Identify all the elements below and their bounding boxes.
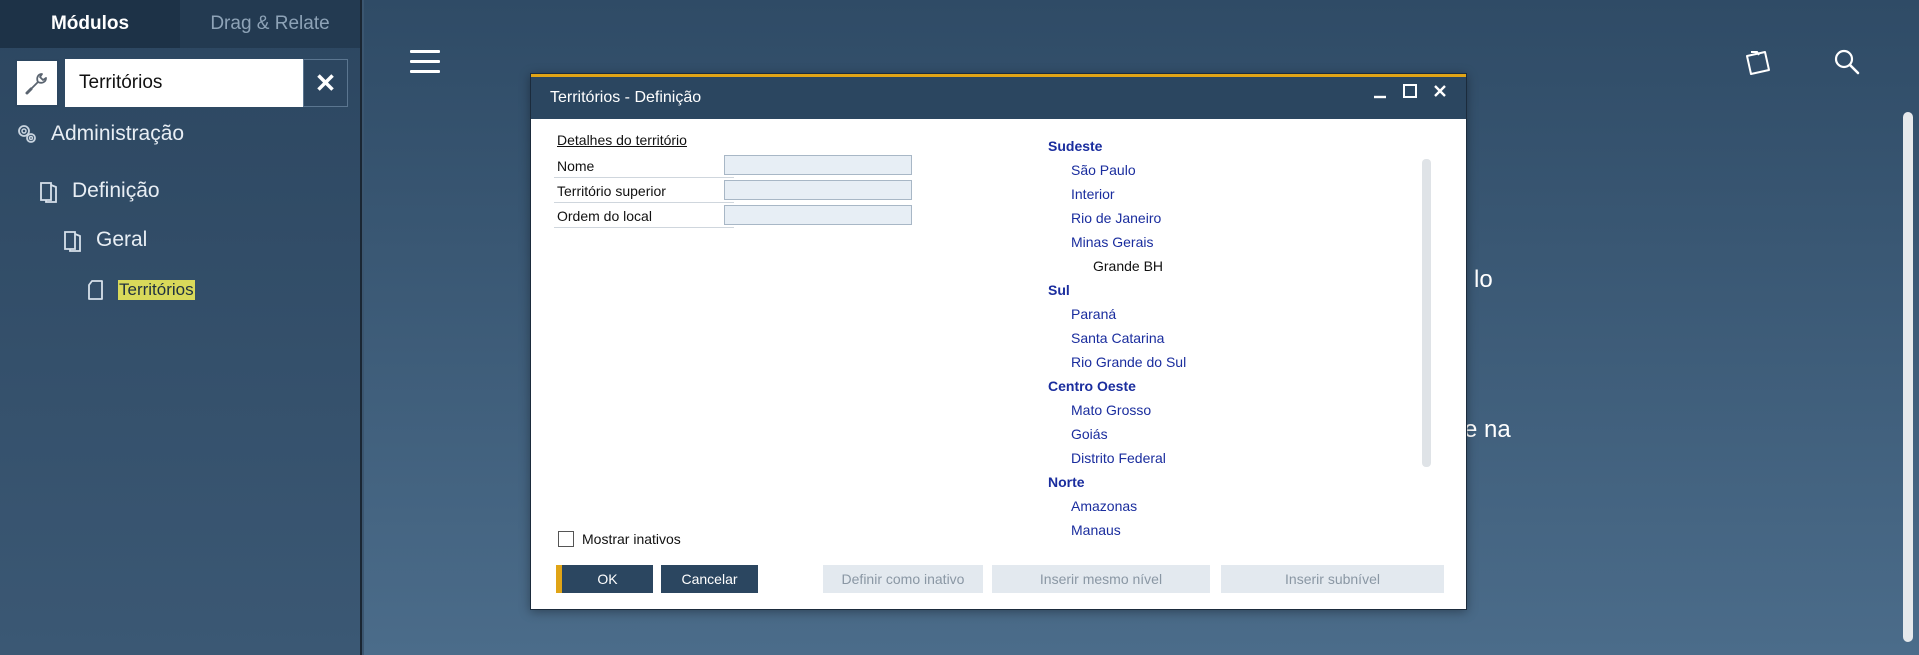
nome-input[interactable] [724, 155, 912, 175]
background-text: e na [1464, 416, 1511, 443]
tree-node[interactable]: Sul [1048, 278, 1186, 302]
tree-node[interactable]: Minas Gerais [1048, 230, 1186, 254]
dialog-title: Territórios - Definição [550, 89, 702, 106]
definir-inativo-button[interactable]: Definir como inativo [823, 565, 983, 593]
scrollbar[interactable] [1422, 159, 1431, 467]
field-label-territorio-superior: Território superior [554, 181, 734, 203]
tree-node[interactable]: Paraná [1048, 302, 1186, 326]
tree-label-geral: Geral [96, 228, 148, 251]
tree-node[interactable]: Sudeste [1048, 134, 1186, 158]
folder-icon [38, 179, 60, 203]
tab-drag-relate[interactable]: Drag & Relate [180, 0, 360, 48]
tree-item-territorios[interactable]: Territórios [86, 278, 195, 302]
tree-node[interactable]: Distrito Federal [1048, 446, 1186, 470]
tree-node[interactable]: Grande BH [1048, 254, 1186, 278]
left-panel: Módulos Drag & Relate ✕ Administração [0, 0, 362, 655]
menu-icon[interactable] [410, 50, 440, 80]
tree-node[interactable]: Amazonas [1048, 494, 1186, 518]
territorios-dialog: Territórios - Definição Detalhes do terr… [530, 73, 1467, 610]
close-icon[interactable] [1432, 83, 1448, 104]
document-icon [86, 278, 106, 302]
minimize-icon[interactable] [1372, 83, 1388, 104]
background-text: lo [1474, 266, 1493, 293]
ok-button[interactable]: OK [556, 565, 653, 593]
folders-icon[interactable] [1743, 48, 1773, 81]
tree-node[interactable]: Norte [1048, 470, 1186, 494]
top-icons [1743, 48, 1861, 81]
mostrar-inativos-label: Mostrar inativos [582, 531, 681, 547]
tree-item-definicao[interactable]: Definição [38, 179, 160, 203]
search-icon[interactable] [1833, 48, 1861, 81]
tree-node[interactable]: Santa Catarina [1048, 326, 1186, 350]
tree-node[interactable]: Rio Grande do Sul [1048, 350, 1186, 374]
tree-node[interactable]: Mato Grosso [1048, 398, 1186, 422]
tree-node[interactable]: São Paulo [1048, 158, 1186, 182]
tree-node[interactable]: Interior [1048, 182, 1186, 206]
tree-label-territorios: Territórios [118, 280, 195, 300]
close-icon[interactable]: ✕ [303, 59, 348, 107]
inserir-subnivel-button[interactable]: Inserir subnível [1221, 565, 1444, 593]
tree-item-administracao[interactable]: Administração [15, 122, 184, 146]
tree-label-administracao: Administração [51, 122, 185, 145]
search-input[interactable] [65, 59, 303, 107]
details-heading: Detalhes do território [557, 132, 687, 148]
tab-modulos[interactable]: Módulos [0, 0, 180, 48]
checkbox-box[interactable] [558, 531, 574, 547]
tree-item-geral[interactable]: Geral [62, 228, 147, 252]
territorio-superior-input[interactable] [724, 180, 912, 200]
wrench-icon[interactable] [15, 59, 59, 107]
dialog-title-bar[interactable]: Territórios - Definição [531, 74, 1466, 119]
inserir-mesmo-nivel-button[interactable]: Inserir mesmo nível [992, 565, 1210, 593]
window-controls [1372, 83, 1448, 104]
field-label-ordem-local: Ordem do local [554, 206, 734, 228]
ordem-local-input[interactable] [724, 205, 912, 225]
tree-node[interactable]: Goiás [1048, 422, 1186, 446]
search-row: ✕ [15, 59, 348, 107]
maximize-icon[interactable] [1402, 83, 1418, 104]
scrollbar[interactable] [1903, 112, 1913, 642]
folder-icon [62, 228, 84, 252]
tree-label-definicao: Definição [72, 179, 160, 202]
gears-icon [15, 122, 39, 146]
tree-node[interactable]: Rio de Janeiro [1048, 206, 1186, 230]
territory-tree: Sudeste São Paulo Interior Rio de Janeiro Mi… [1048, 134, 1186, 542]
field-label-nome: Nome [554, 156, 734, 178]
cancel-button[interactable]: Cancelar [661, 565, 758, 593]
left-tabs: Módulos Drag & Relate [0, 0, 360, 48]
tree-node[interactable]: Manaus [1048, 518, 1186, 542]
mostrar-inativos-checkbox[interactable]: Mostrar inativos [558, 531, 681, 547]
tree-node[interactable]: Centro Oeste [1048, 374, 1186, 398]
